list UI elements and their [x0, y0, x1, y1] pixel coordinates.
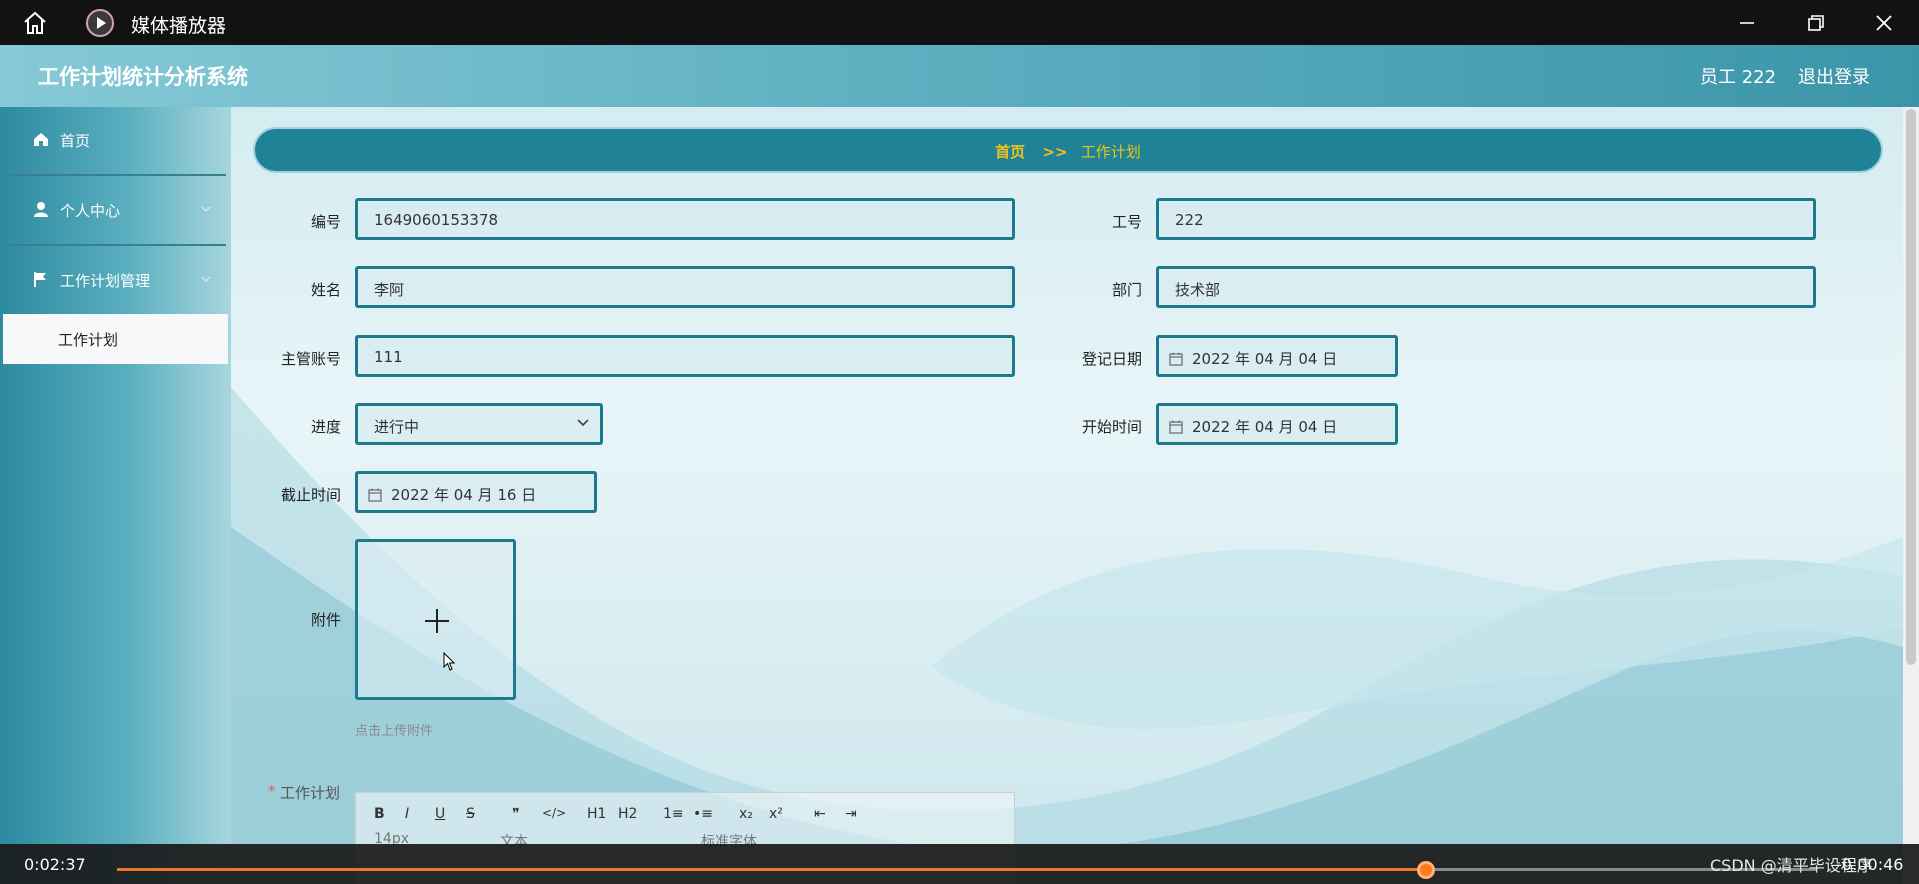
- manager-value: 111: [374, 348, 403, 366]
- required-mark: *: [268, 782, 276, 800]
- breadcrumb-home[interactable]: 首页: [995, 143, 1025, 161]
- media-player-icon: [86, 9, 114, 37]
- sidebar-item-label: 首页: [60, 132, 91, 150]
- job-no-field[interactable]: 222: [1156, 198, 1816, 240]
- indent-button[interactable]: ⇥: [845, 806, 857, 822]
- bullet-list-button[interactable]: •≡: [693, 806, 713, 822]
- logout-button[interactable]: 退出登录: [1798, 63, 1870, 89]
- dept-value: 技术部: [1175, 281, 1221, 299]
- upload-hint: 点击上传附件: [355, 724, 434, 739]
- dept-label: 部门: [1111, 281, 1142, 299]
- job-no-label: 工号: [1111, 213, 1142, 231]
- main-content: 首页 >> 工作计划 编号 1649060153378 工号 222 姓名 李阿…: [231, 107, 1903, 884]
- plus-icon: [425, 609, 449, 633]
- name-value: 李阿: [374, 281, 405, 299]
- deadline-label: 截止时间: [280, 486, 341, 504]
- plan-label: 工作计划: [280, 784, 341, 802]
- calendar-icon: [1169, 352, 1183, 366]
- scrollbar-thumb[interactable]: [1906, 109, 1916, 665]
- home-icon: [34, 133, 48, 146]
- sidebar-item-label: 工作计划管理: [60, 272, 151, 290]
- sidebar-item-home[interactable]: 首页: [0, 107, 226, 175]
- strike-button[interactable]: S: [466, 806, 475, 822]
- flag-icon: [34, 272, 46, 287]
- seek-bar-fill: [117, 868, 1426, 871]
- start-date-value: 2022 年 04 月 04 日: [1192, 418, 1338, 436]
- job-no-value: 222: [1175, 211, 1204, 229]
- name-field[interactable]: 李阿: [355, 266, 1015, 308]
- code-button[interactable]: </>: [542, 806, 566, 820]
- manager-label: 主管账号: [280, 350, 341, 368]
- scrollbar[interactable]: [1903, 107, 1919, 844]
- sidebar-item-label: 个人中心: [60, 202, 121, 220]
- attachment-upload-button[interactable]: [355, 539, 516, 700]
- blockquote-button[interactable]: ❞: [512, 806, 520, 822]
- sidebar-item-plan-management[interactable]: 工作计划管理: [0, 247, 226, 315]
- close-icon[interactable]: [1871, 10, 1897, 36]
- player-titlebar: 媒体播放器: [0, 0, 1919, 45]
- sidebar-divider: [6, 244, 226, 246]
- breadcrumb-separator: >>: [1042, 143, 1068, 161]
- minimize-icon[interactable]: [1734, 10, 1760, 36]
- sidebar-item-personal-center[interactable]: 个人中心: [0, 177, 226, 245]
- user-label: 员工 222: [1700, 67, 1777, 88]
- breadcrumb-current: 工作计划: [1080, 143, 1141, 161]
- seek-handle[interactable]: [1417, 861, 1435, 879]
- underline-button[interactable]: U: [435, 806, 445, 822]
- deadline-date-picker[interactable]: 2022 年 04 月 16 日: [355, 471, 597, 513]
- reg-date-label: 登记日期: [1081, 350, 1142, 368]
- player-controls: 0:02:37 -0:00:46: [0, 844, 1919, 884]
- start-date-picker[interactable]: 2022 年 04 月 04 日: [1156, 403, 1398, 445]
- sidebar: 首页 个人中心 工作计划管理 工作计划: [0, 107, 231, 884]
- reg-date-picker[interactable]: 2022 年 04 月 04 日: [1156, 335, 1398, 377]
- id-field[interactable]: 1649060153378: [355, 198, 1015, 240]
- attachment-label: 附件: [310, 611, 341, 629]
- progress-value: 进行中: [374, 418, 420, 436]
- progress-select[interactable]: 进行中: [355, 403, 603, 445]
- person-icon: [34, 202, 48, 217]
- subscript-button[interactable]: x₂: [739, 806, 753, 822]
- bold-button[interactable]: B: [374, 806, 385, 822]
- italic-button[interactable]: I: [405, 806, 409, 822]
- sidebar-subitem-label: 工作计划: [58, 331, 119, 349]
- id-label: 编号: [310, 213, 341, 231]
- start-label: 开始时间: [1081, 418, 1142, 436]
- chevron-down-icon: [201, 206, 211, 212]
- chevron-down-icon: [201, 276, 211, 282]
- h1-button[interactable]: H1: [587, 806, 606, 822]
- breadcrumb: 首页 >> 工作计划: [253, 127, 1883, 173]
- watermark: CSDN @清平毕设程序: [1710, 856, 1873, 875]
- system-title: 工作计划统计分析系统: [38, 65, 248, 89]
- superscript-button[interactable]: x²: [769, 806, 783, 822]
- deadline-value: 2022 年 04 月 16 日: [391, 486, 537, 504]
- app-header: 工作计划统计分析系统 员工 222 退出登录: [0, 45, 1919, 107]
- mouse-cursor-icon: [443, 652, 456, 671]
- player-title: 媒体播放器: [131, 15, 227, 37]
- chevron-down-icon: [577, 419, 589, 427]
- manager-field[interactable]: 111: [355, 335, 1015, 377]
- restore-icon[interactable]: [1802, 10, 1828, 36]
- name-label: 姓名: [310, 281, 341, 299]
- reg-date-value: 2022 年 04 月 04 日: [1192, 350, 1338, 368]
- sidebar-divider: [6, 174, 226, 176]
- progress-label: 进度: [310, 418, 341, 436]
- dept-field[interactable]: 技术部: [1156, 266, 1816, 308]
- id-value: 1649060153378: [374, 211, 499, 229]
- home-icon[interactable]: [22, 10, 48, 36]
- ordered-list-button[interactable]: 1≡: [663, 806, 684, 822]
- calendar-icon: [368, 488, 382, 502]
- outdent-button[interactable]: ⇤: [814, 806, 826, 822]
- h2-button[interactable]: H2: [618, 806, 637, 822]
- sidebar-subitem-work-plan[interactable]: 工作计划: [3, 314, 228, 364]
- calendar-icon: [1169, 420, 1183, 434]
- seek-bar[interactable]: [117, 868, 1817, 871]
- current-time: 0:02:37: [24, 855, 86, 874]
